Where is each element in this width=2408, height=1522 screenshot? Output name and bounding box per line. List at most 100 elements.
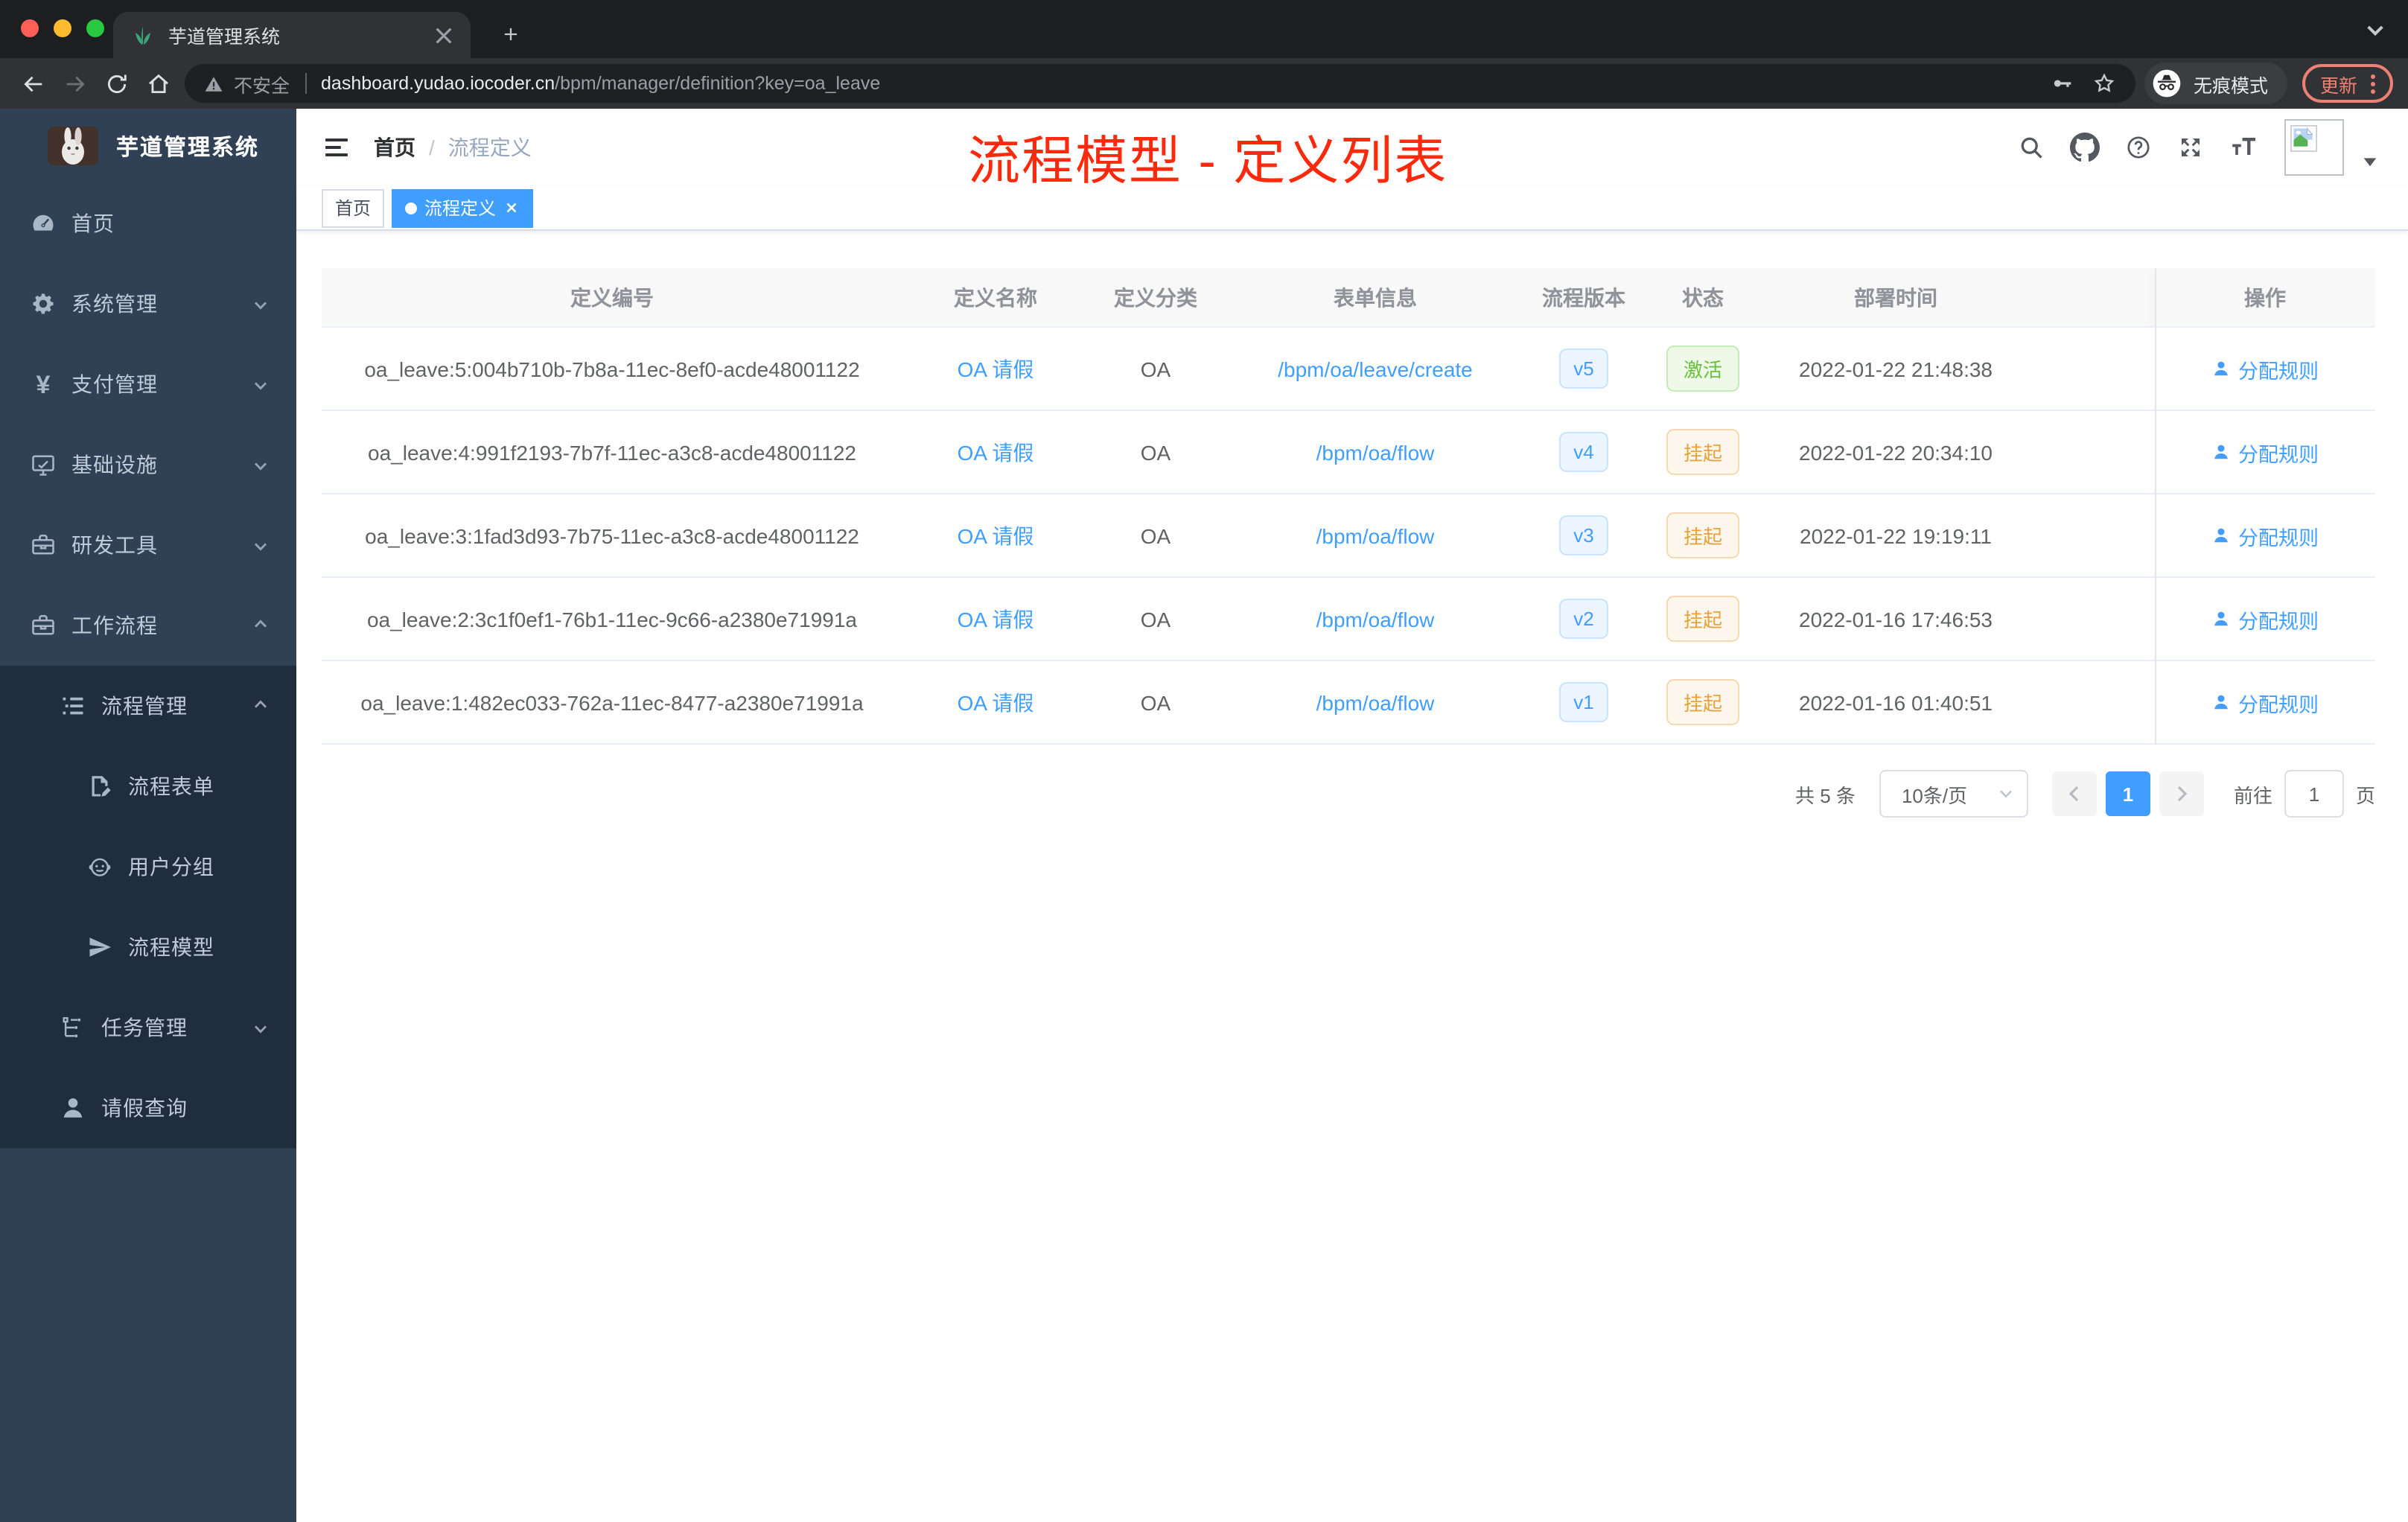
address-bar[interactable]: 不安全 dashboard.yudao.iocoder.cn/bpm/manag… bbox=[185, 64, 2135, 103]
font-size-icon[interactable] bbox=[2229, 133, 2259, 162]
sidebar-item-payment[interactable]: ¥ 支付管理 bbox=[0, 344, 296, 424]
cell-definition-id: oa_leave:4:991f2193-7b7f-11ec-a3c8-acde4… bbox=[368, 440, 856, 464]
chevron-up-icon bbox=[252, 697, 270, 715]
form-link[interactable]: /bpm/oa/flow bbox=[1316, 440, 1435, 464]
definition-name-link[interactable]: OA 请假 bbox=[958, 607, 1034, 631]
minimize-window-button[interactable] bbox=[54, 19, 71, 37]
broken-image-icon bbox=[2290, 125, 2317, 152]
fullscreen-icon[interactable] bbox=[2177, 134, 2204, 161]
goto-suffix: 页 bbox=[2355, 784, 2375, 806]
annotation-title: 流程模型 - 定义列表 bbox=[968, 133, 1448, 191]
password-key-icon[interactable] bbox=[2051, 71, 2074, 95]
yen-icon: ¥ bbox=[36, 370, 51, 398]
tag-item[interactable]: 首页 bbox=[322, 188, 385, 227]
sidebar-item-leave-query[interactable]: 请假查询 bbox=[0, 1068, 296, 1148]
avatar[interactable] bbox=[2284, 119, 2344, 176]
incognito-icon bbox=[2152, 69, 2182, 98]
sidebar-item-home[interactable]: 首页 bbox=[0, 183, 296, 264]
close-window-button[interactable] bbox=[21, 19, 39, 37]
tab-search-icon[interactable] bbox=[2363, 18, 2387, 42]
browser-update-button[interactable]: 更新 bbox=[2302, 64, 2393, 103]
assign-rule-link[interactable]: 分配规则 bbox=[2211, 604, 2319, 634]
new-tab-button[interactable] bbox=[494, 18, 527, 51]
security-label[interactable]: 不安全 bbox=[234, 69, 290, 98]
forward-icon[interactable] bbox=[54, 63, 95, 104]
assign-rule-link[interactable]: 分配规则 bbox=[2211, 687, 2319, 717]
browser-menu-icon[interactable] bbox=[2371, 74, 2375, 93]
hamburger-icon[interactable] bbox=[322, 133, 351, 162]
version-badge: v1 bbox=[1558, 682, 1609, 722]
definition-name-link[interactable]: OA 请假 bbox=[958, 523, 1034, 547]
search-icon[interactable] bbox=[2018, 134, 2045, 161]
cell-version: v1 bbox=[1528, 682, 1640, 722]
form-link[interactable]: /bpm/oa/flow bbox=[1316, 607, 1435, 631]
chevron-down-icon bbox=[252, 1019, 270, 1037]
sidebar-item-label: 系统管理 bbox=[71, 292, 158, 316]
browser-tab[interactable]: 芋道管理系统 bbox=[113, 12, 471, 58]
browser-toolbar: 不安全 dashboard.yudao.iocoder.cn/bpm/manag… bbox=[0, 58, 2408, 109]
breadcrumb-current: 流程定义 bbox=[447, 136, 532, 159]
github-icon[interactable] bbox=[2070, 133, 2100, 162]
sidebar-item-workflow[interactable]: 工作流程 bbox=[0, 585, 296, 666]
tab-title: 芋道管理系统 bbox=[168, 27, 281, 48]
column-header: 表单信息 bbox=[1334, 285, 1417, 309]
breadcrumb-home[interactable]: 首页 bbox=[374, 133, 415, 162]
sidebar-item-label: 工作流程 bbox=[71, 614, 158, 637]
back-icon[interactable] bbox=[12, 63, 54, 104]
definition-name-link[interactable]: OA 请假 bbox=[958, 357, 1034, 380]
cell-status: 挂起 bbox=[1640, 679, 1766, 725]
cell-definition-name: OA 请假 bbox=[902, 520, 1089, 550]
assign-rule-link[interactable]: 分配规则 bbox=[2211, 354, 2319, 383]
url-path: /bpm/manager/definition?key=oa_leave bbox=[555, 73, 881, 94]
cell-category: OA bbox=[1140, 440, 1171, 464]
definition-name-link[interactable]: OA 请假 bbox=[958, 440, 1034, 464]
cell-category: OA bbox=[1140, 607, 1171, 631]
form-link[interactable]: /bpm/oa/flow bbox=[1316, 523, 1435, 547]
incognito-label: 无痕模式 bbox=[2193, 75, 2268, 96]
sidebar-item-dev-tools[interactable]: 研发工具 bbox=[0, 505, 296, 585]
main-area: 流程模型 - 定义列表 首页 / 流程定义 首页 流程定义 定义编号 定义名称 … bbox=[296, 109, 2408, 1522]
cell-deploy-time: 2022-01-16 01:40:51 bbox=[1799, 690, 1993, 714]
sidebar-item-label: 研发工具 bbox=[71, 533, 158, 557]
cell-deploy-time: 2022-01-22 21:48:38 bbox=[1799, 357, 1993, 380]
bookmark-star-icon[interactable] bbox=[2092, 71, 2116, 95]
current-page-button[interactable]: 1 bbox=[2105, 771, 2150, 816]
caret-down-icon[interactable] bbox=[2362, 150, 2378, 166]
cell-category: OA bbox=[1140, 523, 1171, 547]
goto-label: 前往 bbox=[2233, 784, 2272, 806]
reload-icon[interactable] bbox=[95, 63, 137, 104]
prev-page-button[interactable] bbox=[2051, 771, 2097, 816]
goto-page-input[interactable] bbox=[2284, 770, 2344, 818]
sidebar-item-task-manage[interactable]: 任务管理 bbox=[0, 987, 296, 1068]
form-link[interactable]: /bpm/oa/leave/create bbox=[1278, 357, 1473, 380]
sidebar-item-process-model[interactable]: 流程模型 bbox=[0, 907, 296, 987]
sidebar-item-infrastructure[interactable]: 基础设施 bbox=[0, 424, 296, 505]
chevron-down-icon bbox=[252, 536, 270, 554]
sidebar-item-user-group[interactable]: 用户分组 bbox=[0, 827, 296, 907]
page-content: 定义编号 定义名称 定义分类 表单信息 流程版本 状态 部署时间 操作 oa_leave:5:… bbox=[296, 231, 2408, 818]
tag-close-icon[interactable] bbox=[503, 200, 520, 216]
form-link[interactable]: /bpm/oa/flow bbox=[1316, 690, 1435, 714]
page-size-select[interactable]: 10条/页 bbox=[1879, 770, 2028, 818]
table-header: 定义编号 定义名称 定义分类 表单信息 流程版本 状态 部署时间 操作 bbox=[322, 268, 2375, 328]
tab-close-icon[interactable] bbox=[432, 23, 456, 47]
next-page-button[interactable] bbox=[2159, 771, 2204, 816]
version-badge: v3 bbox=[1558, 515, 1609, 555]
tag-active[interactable]: 流程定义 bbox=[392, 188, 534, 227]
assign-rule-link[interactable]: 分配规则 bbox=[2211, 437, 2319, 467]
sidebar-logo[interactable]: 芋道管理系统 bbox=[0, 109, 296, 183]
column-header: 定义分类 bbox=[1114, 285, 1197, 309]
zoom-window-button[interactable] bbox=[86, 19, 104, 37]
definition-name-link[interactable]: OA 请假 bbox=[958, 690, 1034, 714]
dashboard-icon bbox=[30, 210, 57, 237]
sidebar-menu: 首页 系统管理 ¥ 支付管理 基础设施 研发工具 工作流程 流程管理 流程表单 … bbox=[0, 183, 296, 1148]
assign-rule-link[interactable]: 分配规则 bbox=[2211, 520, 2319, 550]
help-icon[interactable] bbox=[2125, 134, 2152, 161]
sidebar-item-system[interactable]: 系统管理 bbox=[0, 264, 296, 344]
sidebar-item-process-manage[interactable]: 流程管理 bbox=[0, 666, 296, 746]
sidebar-item-label: 任务管理 bbox=[101, 1016, 188, 1039]
home-icon[interactable] bbox=[137, 63, 179, 104]
sidebar-item-process-form[interactable]: 流程表单 bbox=[0, 746, 296, 827]
cell-form: /bpm/oa/flow bbox=[1223, 607, 1528, 631]
paper-plane-icon bbox=[86, 934, 113, 961]
